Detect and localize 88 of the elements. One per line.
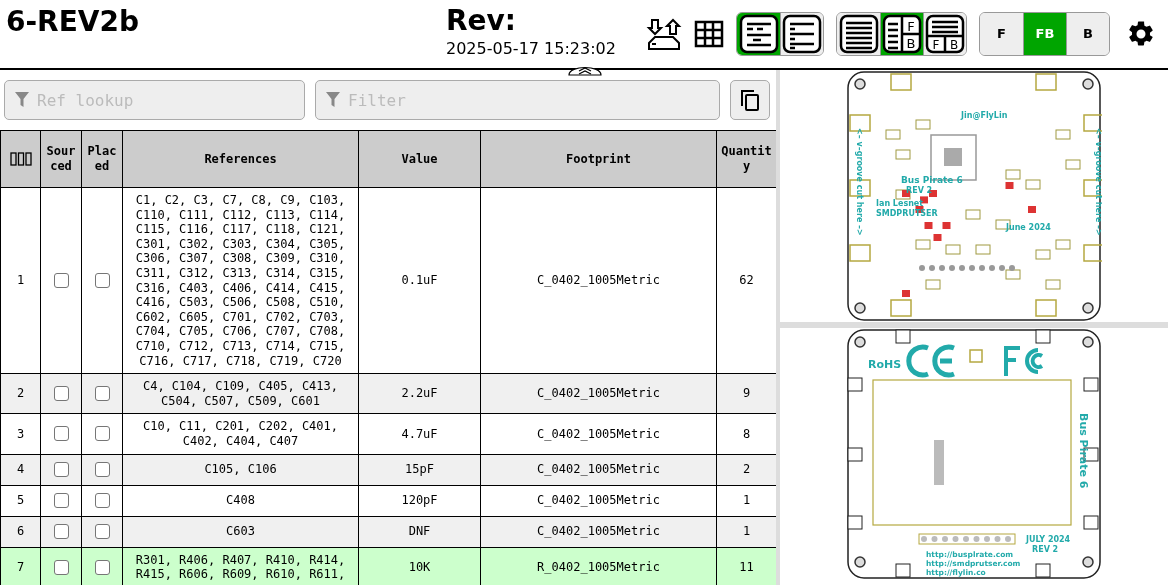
footprint-cell: C_0402_1005Metric	[480, 454, 717, 485]
silkscreen-label: Bus Pirate 6	[1077, 413, 1090, 489]
bom-row[interactable]: 5 C408 120pF C_0402_1005Metric 1	[0, 485, 776, 516]
row-number: 4	[0, 454, 41, 485]
checkbox[interactable]	[94, 493, 110, 508]
value-cell: 0.1uF	[358, 187, 481, 374]
footprint-cell: C_0402_1005Metric	[480, 413, 717, 454]
checkbox[interactable]	[53, 559, 69, 575]
layout-button[interactable]: F B	[880, 13, 923, 55]
silkscreen-label: Ian Lesnet	[876, 199, 924, 208]
fcc-logo	[1004, 346, 1043, 378]
filter-icon	[15, 92, 29, 108]
bom-row[interactable]	[0, 187, 776, 374]
checkbox[interactable]	[53, 524, 69, 539]
silkscreen-label: REV 2	[906, 186, 933, 195]
column-header[interactable]: Value	[358, 130, 481, 188]
bom-mode-button[interactable]	[737, 13, 780, 55]
footprint-cell: C_0402_1005Metric	[480, 373, 717, 414]
column-header[interactable]: Sourced	[40, 130, 82, 188]
footprint-cell: C_0402_1005Metric	[480, 187, 717, 374]
checkbox[interactable]	[53, 273, 69, 289]
references-cell: C4, C104, C109, C405, C413, C504, C507, C509, C601	[122, 373, 359, 414]
silkscreen-label: REV 2	[1032, 545, 1059, 554]
columns-icon	[9, 152, 32, 166]
references-cell: C1, C2, C3, C7, C8, C9, C103, C110, C111, C112, C113, C114, C115, C116, C117, C118, C121, C301, C302, C303, C304, C305, C306, C307, C308, C309, C310, C311, C312, C313, C314, C315, C316, C403, C406, C414, C415, C416, C503, C506, C508, C510, C602, C605, C701, C702, C703, C704, C705, C706, C707, C708, C710, C712, C713, C714, C715, C716, C717, C718, C719, C720	[122, 187, 359, 374]
checkbox[interactable]	[94, 462, 110, 477]
checkbox[interactable]	[53, 462, 69, 477]
silkscreen-label: SMDPRUTSER	[876, 209, 938, 218]
checkbox[interactable]	[53, 386, 69, 402]
row-number: 6	[0, 516, 41, 547]
value-cell: 120pF	[358, 485, 481, 516]
column-header[interactable]: Quantity	[716, 130, 776, 188]
upload-download-icon[interactable]	[646, 16, 682, 52]
settings-icon[interactable]	[1126, 19, 1156, 49]
column-header[interactable]: Placed	[81, 130, 123, 188]
silkscreen-label: June 2024	[1006, 223, 1051, 232]
silkscreen-label: <– v–groove cut here –>	[1094, 128, 1102, 236]
copy-button[interactable]	[730, 80, 770, 120]
footprint-cell: C_0402_1005Metric	[480, 485, 717, 516]
bom-row[interactable]: 2 C4, C104, C109, C405, C413, C504, C507, C509, C601 2.2uF C_0402_1005Metric 9	[0, 373, 776, 414]
grouped-layout-icon	[738, 14, 779, 54]
side-button[interactable]: B	[1066, 13, 1109, 55]
silkscreen-label: JULY 2024	[1026, 535, 1071, 544]
references-cell: C105, C106	[122, 454, 359, 485]
revision-date: 2025-05-17 15:23:02	[446, 38, 617, 60]
layout-button[interactable]	[837, 13, 880, 55]
copy-icon	[739, 88, 761, 112]
references-cell: C408	[122, 485, 359, 516]
bom-row[interactable]: 4 C105, C106 15pF C_0402_1005Metric 2	[0, 454, 776, 485]
value-cell: 4.7uF	[358, 413, 481, 454]
side-button[interactable]: F	[980, 13, 1023, 55]
bom-only-layout-icon	[838, 14, 879, 54]
checkbox[interactable]	[53, 426, 69, 442]
bom-row[interactable]: 3 C10, C11, C201, C202, C401, C402, C404, C407 4.7uF C_0402_1005Metric 8	[0, 413, 776, 454]
project-title: 6-REV2b	[5, 4, 140, 40]
checkbox[interactable]	[94, 273, 110, 289]
column-header[interactable]: Footprint	[480, 130, 717, 188]
row-number: 3	[0, 413, 41, 454]
grid-icon[interactable]	[694, 19, 724, 49]
row-number: 2	[0, 373, 41, 414]
value-cell: DNF	[358, 516, 481, 547]
references-cell: C603	[122, 516, 359, 547]
column-chooser-header[interactable]	[0, 130, 41, 188]
silkscreen-label: Bus Pirate 6	[901, 175, 963, 185]
row-number: 7	[0, 547, 41, 585]
bom-row[interactable]: 7 R301, R406, R407, R410, R414, R415, R606, R609, R610, R611, 10K R_0402_1005Metric 11	[0, 547, 776, 585]
filter-icon	[326, 92, 340, 108]
revision-label: Rev:	[446, 4, 517, 38]
ungrouped-layout-icon	[782, 14, 822, 54]
checkbox[interactable]	[94, 426, 110, 442]
checkbox[interactable]	[94, 559, 110, 575]
bom-row[interactable]: 6 C603 DNF C_0402_1005Metric 1	[0, 516, 776, 547]
checkbox[interactable]	[53, 493, 69, 508]
silkscreen-label: Jin@FlyLin	[961, 111, 1008, 120]
layout-button[interactable]: F B	[923, 13, 966, 55]
checkbox[interactable]	[94, 386, 110, 402]
value-cell: 2.2uF	[358, 373, 481, 414]
value-cell: 15pF	[358, 454, 481, 485]
silkscreen-label: <– v–groove cut here –>	[855, 128, 864, 236]
ce-logo	[906, 344, 957, 378]
row-number: 1	[0, 187, 41, 374]
references-cell: C10, C11, C201, C202, C401, C402, C404, C407	[122, 413, 359, 454]
row-number: 5	[0, 485, 41, 516]
checkbox[interactable]	[94, 524, 110, 539]
bom-mode-button[interactable]	[780, 13, 823, 55]
footprint-cell: C_0402_1005Metric	[480, 516, 717, 547]
silkscreen-label: RoHS	[868, 358, 902, 371]
column-header[interactable]: References	[122, 130, 359, 188]
